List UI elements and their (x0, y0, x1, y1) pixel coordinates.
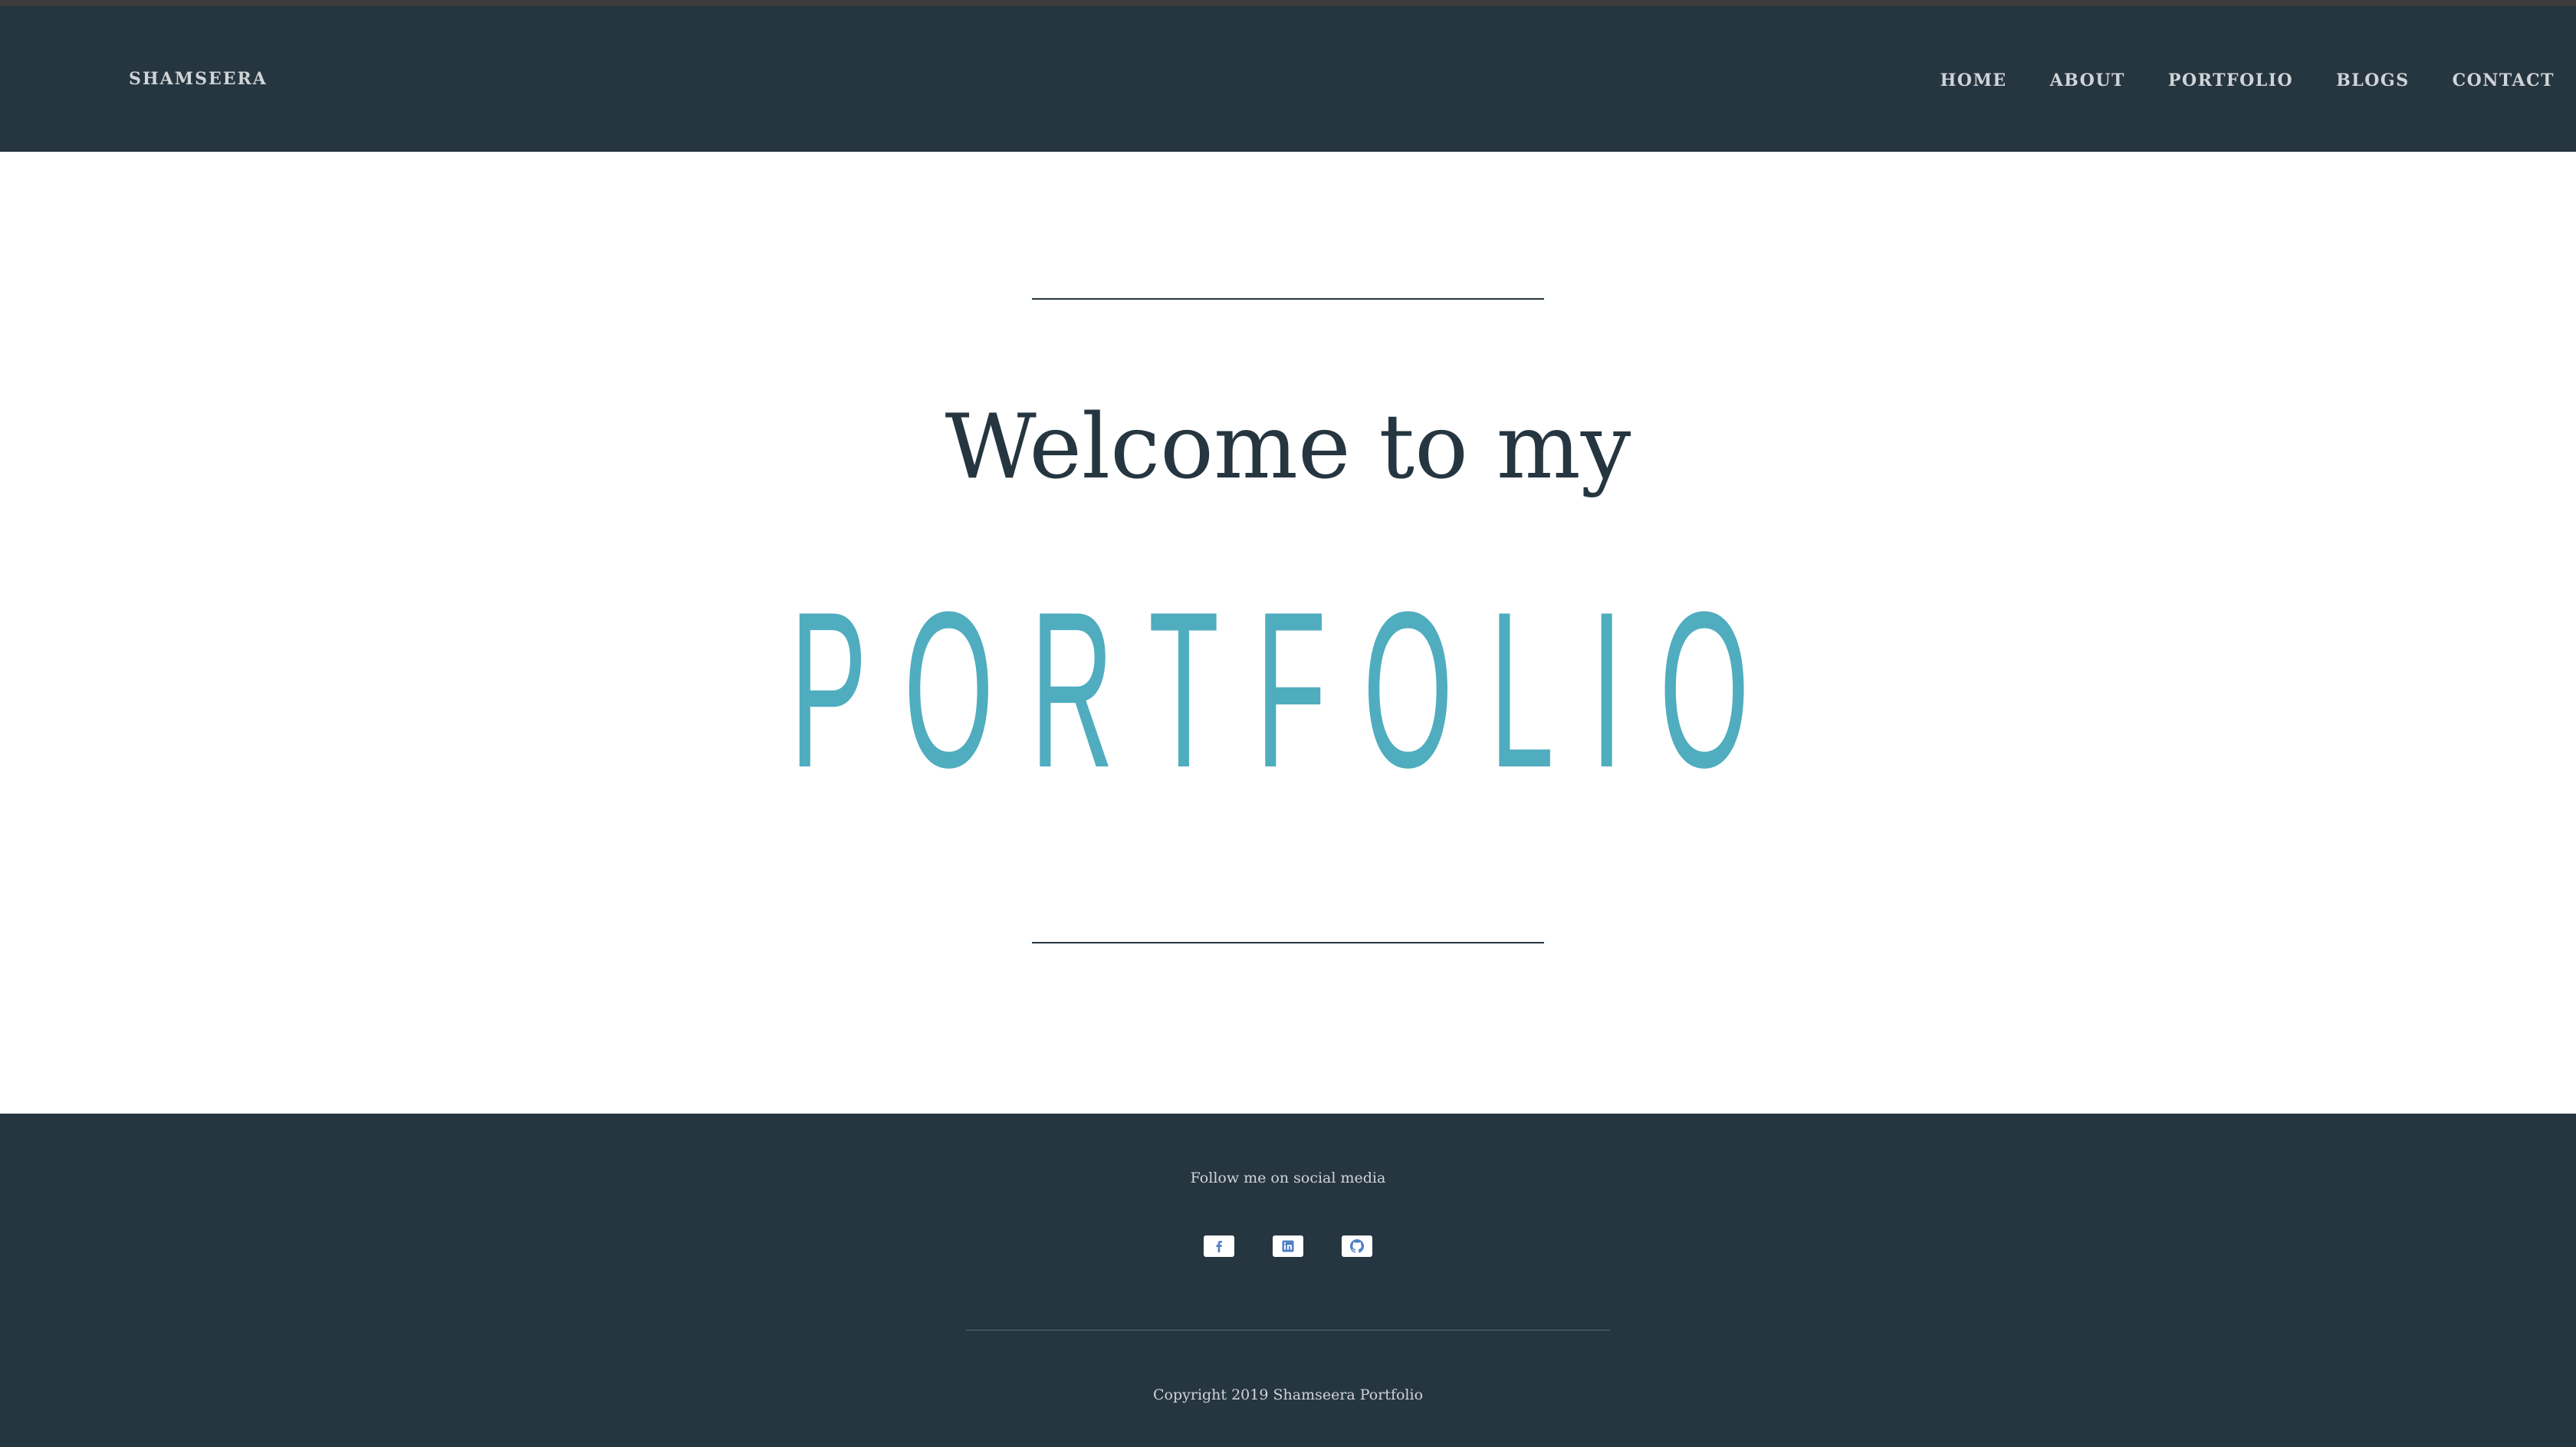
main-nav: HOME ABOUT PORTFOLIO BLOGS CONTACT (1898, 72, 2555, 89)
nav-about[interactable]: ABOUT (2050, 72, 2125, 89)
footer-divider (966, 1330, 1610, 1331)
brand-link[interactable]: SHAMSEERA (129, 71, 268, 87)
hero-divider-top (1032, 298, 1544, 300)
social-links (0, 1235, 2576, 1257)
hero-section: Welcome to my PORTFOLIO (0, 152, 2576, 1114)
linkedin-button[interactable] (1273, 1235, 1303, 1257)
nav-home[interactable]: HOME (1940, 72, 2007, 89)
welcome-heading: Welcome to my (945, 395, 1631, 499)
portfolio-title: PORTFOLIO (0, 550, 2576, 780)
portfolio-title-graphic: PORTFOLIO (790, 566, 1786, 780)
follow-text: Follow me on social media (1190, 1170, 1386, 1186)
portfolio-title-text: PORTFOLIO (790, 566, 1786, 780)
linkedin-icon (1282, 1240, 1294, 1252)
nav-portfolio[interactable]: PORTFOLIO (2168, 72, 2293, 89)
github-icon (1350, 1239, 1364, 1253)
facebook-icon (1214, 1240, 1224, 1252)
nav-blogs[interactable]: BLOGS (2336, 72, 2409, 89)
hero-divider-bottom (1032, 942, 1544, 943)
site-footer: Follow me on social media Copyright 2019… (0, 1114, 2576, 1447)
github-button[interactable] (1342, 1235, 1372, 1257)
copyright-text: Copyright 2019 Shamseera Portfolio (1152, 1386, 1424, 1403)
nav-contact[interactable]: CONTACT (2453, 72, 2555, 89)
facebook-button[interactable] (1204, 1235, 1234, 1257)
site-header: SHAMSEERA HOME ABOUT PORTFOLIO BLOGS CON… (0, 0, 2576, 152)
